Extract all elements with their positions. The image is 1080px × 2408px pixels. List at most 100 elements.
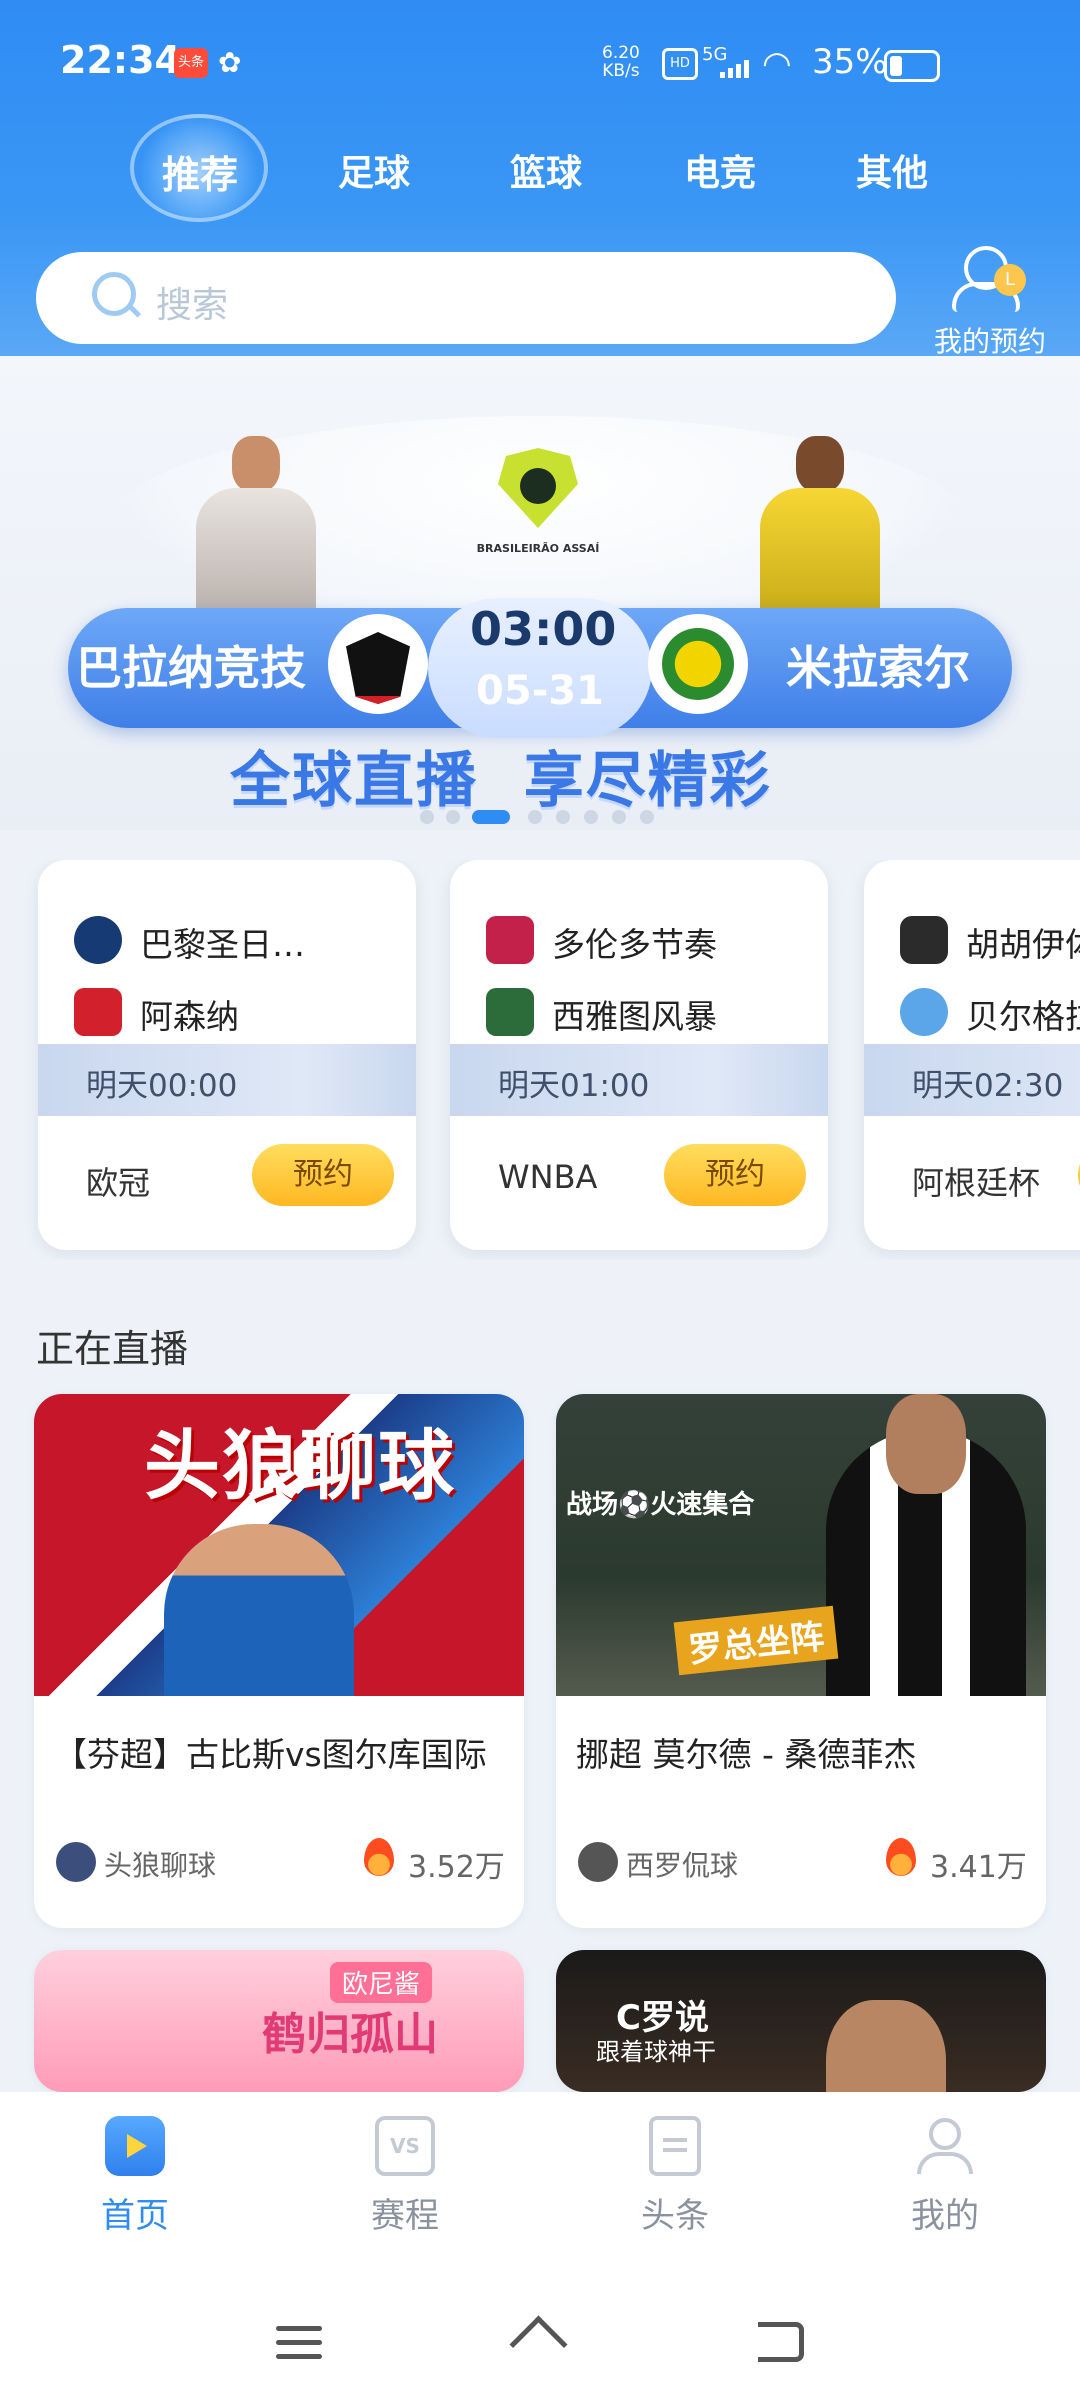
nav-label: 首页 bbox=[101, 2196, 169, 2236]
match-time: 明天00:00 bbox=[86, 1068, 238, 1104]
live-card[interactable]: 头狼聊球 【芬超】古比斯vs图尔库国际 头狼聊球 3.52万 bbox=[34, 1394, 524, 1928]
streamer-name: 西罗侃球 bbox=[626, 1849, 739, 1882]
reserve-button[interactable]: 预约 bbox=[664, 1144, 806, 1206]
live-thumbnail: 头狼聊球 bbox=[34, 1394, 524, 1696]
signal-icon bbox=[720, 58, 754, 78]
match-card[interactable]: 巴黎圣日… 阿森纳 明天00:00 欧冠 预约 bbox=[38, 860, 416, 1250]
league-logo-text: BRASILEIRÃO ASSAÍ bbox=[476, 542, 600, 555]
match-time-strip: 明天01:00 bbox=[450, 1044, 828, 1116]
gimnasia-jujuy-logo bbox=[900, 916, 948, 964]
banner-match-date: 05-31 bbox=[476, 668, 604, 714]
nav-label: 赛程 bbox=[371, 2196, 439, 2236]
brasileirao-logo bbox=[490, 448, 586, 544]
thumbnail-subtext: 欧尼酱 bbox=[330, 1962, 433, 2003]
carousel-dot bbox=[528, 810, 542, 824]
away-player-image bbox=[760, 436, 880, 616]
athletico-paranaense-logo bbox=[328, 614, 428, 714]
carousel-dot bbox=[420, 810, 434, 824]
player-face bbox=[826, 2000, 946, 2092]
home-player-image bbox=[196, 436, 316, 616]
hd-icon: HD bbox=[662, 48, 698, 80]
mirassol-logo bbox=[648, 614, 748, 714]
back-icon[interactable] bbox=[758, 2322, 804, 2362]
live-thumbnail: 欧尼酱 鹤归孤山 bbox=[34, 1950, 524, 2092]
nav-schedule[interactable]: VS 赛程 bbox=[270, 2116, 540, 2237]
home-icon[interactable] bbox=[512, 2322, 568, 2364]
my-reservation-button[interactable]: L 我的预约 bbox=[920, 244, 1060, 360]
away-team: 西雅图风暴 bbox=[552, 997, 717, 1036]
fire-icon bbox=[364, 1838, 394, 1876]
carousel-dot-active bbox=[472, 810, 510, 824]
header: 22:34 头条 ✿ 6.20 KB/s HD 5G ◠ 35% 推荐 足球 篮… bbox=[0, 0, 1080, 358]
psg-logo bbox=[74, 916, 122, 964]
my-reservation-label: 我的预约 bbox=[933, 325, 1046, 358]
live-card[interactable]: 欧尼酱 鹤归孤山 bbox=[34, 1950, 524, 2092]
away-team: 贝尔格拉 bbox=[966, 997, 1080, 1036]
banner-match-time: 03:00 bbox=[470, 602, 617, 656]
banner-home-team: 巴拉纳竞技 bbox=[76, 641, 306, 695]
nav-profile[interactable]: 我的 bbox=[810, 2116, 1080, 2237]
seattle-storm-logo bbox=[486, 988, 534, 1036]
search-bar[interactable]: 搜索 bbox=[36, 252, 896, 344]
document-icon bbox=[649, 2116, 701, 2176]
home-team: 多伦多节奏 bbox=[552, 925, 717, 964]
tab-other[interactable]: 其他 bbox=[856, 144, 928, 196]
carousel-dot bbox=[446, 810, 460, 824]
streamer-avatar bbox=[578, 1842, 618, 1882]
profile-icon bbox=[915, 2116, 975, 2176]
battery-icon bbox=[884, 50, 940, 82]
tab-esports[interactable]: 电竞 bbox=[684, 144, 756, 196]
live-title: 【芬超】古比斯vs图尔库国际 bbox=[54, 1735, 487, 1774]
arsenal-logo bbox=[74, 988, 122, 1036]
view-count: 3.52万 bbox=[408, 1850, 505, 1885]
upcoming-matches: 巴黎圣日… 阿森纳 明天00:00 欧冠 预约 多伦多节奏 西雅图风暴 明天01… bbox=[0, 860, 1080, 1260]
tab-basketball[interactable]: 篮球 bbox=[510, 144, 582, 196]
wechat-notification-icon: ✿ bbox=[218, 46, 242, 79]
home-team: 胡胡伊体 bbox=[966, 925, 1080, 964]
carousel-dot bbox=[640, 810, 654, 824]
recent-apps-icon[interactable] bbox=[276, 2326, 322, 2360]
vs-schedule-icon: VS bbox=[375, 2116, 435, 2176]
toutiao-notification-icon: 头条 bbox=[174, 48, 208, 78]
league-name: 欧冠 bbox=[86, 1164, 151, 1202]
featured-match-banner[interactable]: BRASILEIRÃO ASSAÍ 巴拉纳竞技 米拉索尔 03:00 05-31… bbox=[0, 356, 1080, 830]
live-card[interactable]: C罗说 跟着球神干 bbox=[556, 1950, 1046, 2092]
live-card[interactable]: 战场⚽火速集合 罗总坐阵 挪超 莫尔德 - 桑德菲杰 西罗侃球 3.41万 bbox=[556, 1394, 1046, 1928]
carousel-dot bbox=[612, 810, 626, 824]
live-thumbnail: 战场⚽火速集合 罗总坐阵 bbox=[556, 1394, 1046, 1696]
view-count: 3.41万 bbox=[930, 1850, 1027, 1885]
live-section-title: 正在直播 bbox=[36, 1327, 189, 1371]
match-card[interactable]: 胡胡伊体 贝尔格拉 明天02:30 阿根廷杯 预约 bbox=[864, 860, 1080, 1250]
nav-label: 我的 bbox=[911, 2196, 979, 2236]
belgrano-logo bbox=[900, 988, 948, 1036]
streamer-name: 头狼聊球 bbox=[104, 1849, 217, 1882]
home-team: 巴黎圣日… bbox=[140, 925, 305, 964]
toronto-tempo-logo bbox=[486, 916, 534, 964]
live-thumbnail: C罗说 跟着球神干 bbox=[556, 1950, 1046, 2092]
match-time: 明天02:30 bbox=[912, 1068, 1064, 1104]
reserve-button[interactable]: 预约 bbox=[252, 1144, 394, 1206]
live-title: 挪超 莫尔德 - 桑德菲杰 bbox=[576, 1735, 917, 1774]
nav-headlines[interactable]: 头条 bbox=[540, 2116, 810, 2237]
search-placeholder: 搜索 bbox=[156, 285, 229, 326]
match-card[interactable]: 多伦多节奏 西雅图风暴 明天01:00 WNBA 预约 bbox=[450, 860, 828, 1250]
carousel-dot bbox=[556, 810, 570, 824]
tab-recommend[interactable]: 推荐 bbox=[162, 144, 238, 199]
category-tabs: 推荐 足球 篮球 电竞 其他 bbox=[0, 114, 1080, 222]
streamer-avatar bbox=[56, 1842, 96, 1882]
match-time-strip: 明天02:30 bbox=[864, 1044, 1080, 1116]
net-speed: 6.20 KB/s bbox=[602, 43, 640, 81]
tab-football[interactable]: 足球 bbox=[338, 144, 410, 196]
wifi-icon: ◠ bbox=[762, 44, 792, 84]
status-bar: 22:34 头条 ✿ 6.20 KB/s HD 5G ◠ 35% bbox=[0, 0, 1080, 120]
league-name: 阿根廷杯 bbox=[912, 1164, 1041, 1202]
thumbnail-text: 鹤归孤山 bbox=[262, 2009, 438, 2060]
carousel-dots[interactable] bbox=[420, 806, 660, 826]
banner-away-team: 米拉索尔 bbox=[786, 641, 970, 695]
nav-home[interactable]: 首页 bbox=[0, 2116, 270, 2237]
system-navigation-bar bbox=[0, 2300, 1080, 2380]
fire-icon bbox=[886, 1838, 916, 1876]
league-name: WNBA bbox=[498, 1158, 598, 1196]
reservation-user-clock-icon: L bbox=[952, 244, 1028, 312]
home-play-icon bbox=[105, 2116, 165, 2176]
